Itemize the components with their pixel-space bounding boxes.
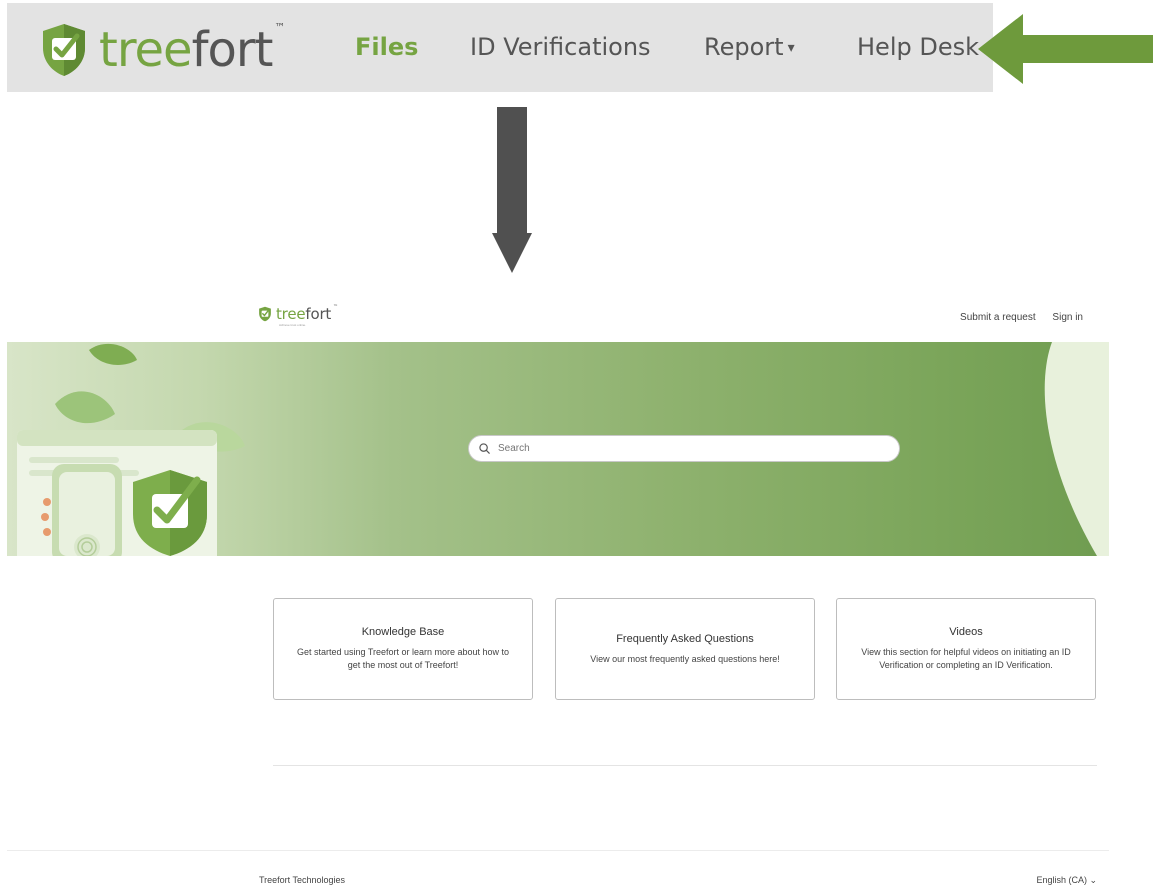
logo-tree-text: tree [99, 22, 193, 78]
nav-id-verifications[interactable]: ID Verifications [470, 33, 651, 61]
top-navigation-bar: treefort ™ Files ID Verifications Report ▾… [7, 3, 993, 92]
shield-check-icon [43, 24, 85, 76]
faq-card[interactable]: Frequently Asked Questions View our most… [555, 598, 815, 700]
shield-check-icon [259, 306, 271, 322]
footer-company[interactable]: Treefort Technologies [259, 875, 345, 885]
search-icon [479, 443, 490, 454]
logo-tagline: Achieve trust online. [279, 323, 307, 327]
card-description: View our most frequently asked questions… [590, 653, 780, 664]
card-description: View this section for helpful videos on … [861, 647, 1071, 670]
header-links: Submit a request Sign in [946, 312, 1083, 323]
videos-card[interactable]: Videos View this section for helpful vid… [836, 598, 1096, 700]
footer-divider [7, 850, 1109, 851]
nav-files[interactable]: Files [355, 33, 418, 61]
help-center-logo[interactable]: treefort ™ [258, 304, 338, 323]
search-input[interactable] [496, 442, 880, 455]
green-left-arrow-icon [978, 14, 1153, 84]
logo-wordmark: treefort ™ [276, 304, 338, 323]
nav-help-desk[interactable]: Help Desk [857, 33, 979, 61]
card-title: Frequently Asked Questions [616, 632, 754, 645]
card-description: Get started using Treefort or learn more… [296, 647, 510, 670]
card-title: Knowledge Base [361, 626, 445, 639]
trademark-symbol: ™ [274, 21, 285, 34]
caret-down-icon: ▾ [787, 40, 795, 56]
logo-fort-text: fort [305, 305, 332, 323]
search-bar[interactable] [468, 435, 900, 462]
knowledge-base-card[interactable]: Knowledge Base Get started using Treefor… [273, 598, 533, 700]
submit-request-link[interactable]: Submit a request [960, 312, 1036, 323]
logo-fort-text: fort [191, 22, 274, 78]
sign-in-link[interactable]: Sign in [1052, 312, 1083, 323]
logo-tree-text: tree [276, 305, 306, 323]
section-divider [273, 765, 1097, 766]
hero-banner [7, 342, 1109, 556]
card-title: Videos [949, 626, 983, 639]
logo-wordmark: treefort ™ [99, 22, 285, 74]
nav-report[interactable]: Report ▾ [704, 33, 795, 61]
gray-down-arrow-icon [492, 107, 532, 273]
treefort-logo[interactable]: treefort ™ [39, 21, 309, 79]
trademark-symbol: ™ [333, 304, 338, 310]
nav-report-label: Report [704, 33, 784, 61]
language-selector[interactable]: English (CA) ⌄ [1036, 875, 1097, 886]
